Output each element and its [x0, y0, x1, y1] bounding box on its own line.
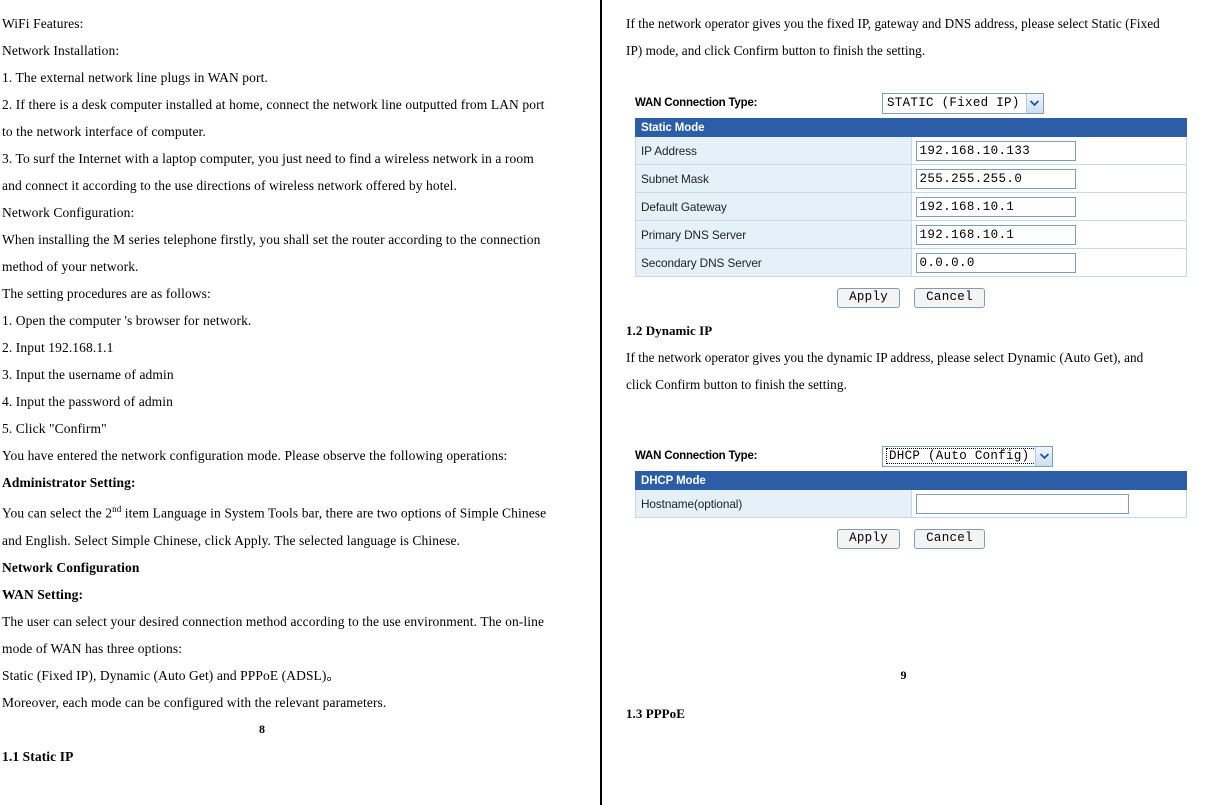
- static-button-row: Apply Cancel: [635, 288, 1187, 308]
- static-intro-line: If the network operator gives you the fi…: [626, 16, 1160, 31]
- row-label: Secondary DNS Server: [635, 248, 912, 277]
- apply-button-dhcp[interactable]: Apply: [837, 529, 901, 549]
- apply-button-static[interactable]: Apply: [837, 288, 901, 308]
- table-header-row: Static Mode: [635, 118, 1187, 137]
- table-row: Hostname(optional): [635, 489, 1187, 518]
- row-label: Default Gateway: [635, 192, 912, 221]
- body-line: When installing the M series telephone f…: [2, 232, 541, 247]
- administrator-setting-line-2: and English. Select Simple Chinese, clic…: [2, 532, 461, 548]
- left-page-column: WiFi Features: Network Installation: 1. …: [0, 0, 595, 805]
- body-line: and connect it according to the use dire…: [2, 178, 458, 193]
- body-line: 3. Input the username of admin: [2, 367, 174, 382]
- subnet-mask-input[interactable]: 255.255.255.0: [915, 168, 1076, 189]
- static-mode-header: Static Mode: [635, 118, 1187, 137]
- body-line: Static (Fixed IP), Dynamic (Auto Get) an…: [2, 667, 341, 683]
- body-line: 4. Input the password of admin: [2, 394, 173, 409]
- column-divider: [600, 0, 602, 805]
- admin-line-post: item Language in System Tools bar, there…: [121, 505, 547, 521]
- administrator-setting-line-1: You can select the 2nd item Language in …: [2, 496, 583, 527]
- ordinal-suffix: nd: [112, 504, 122, 514]
- network-configuration-heading: Network Configuration: [2, 559, 140, 575]
- section-heading-pppoe: 1.3 PPPoE: [626, 706, 685, 721]
- wan-setting-heading: WAN Setting:: [2, 586, 84, 602]
- row-label: Hostname(optional): [635, 489, 912, 518]
- row-label: Subnet Mask: [635, 164, 912, 193]
- wan-connection-type-select-static[interactable]: STATIC (Fixed IP): [882, 92, 1044, 114]
- body-line: 1. The external network line plugs in WA…: [2, 70, 268, 85]
- hostname-input[interactable]: [915, 493, 1129, 514]
- row-label: Primary DNS Server: [635, 220, 912, 249]
- chevron-down-icon[interactable]: [1025, 93, 1043, 113]
- row-value-cell: 192.168.10.1: [910, 220, 1187, 249]
- body-line: You have entered the network configurati…: [2, 448, 508, 463]
- secondary-dns-server-input[interactable]: 0.0.0.0: [915, 252, 1076, 273]
- row-label: IP Address: [635, 136, 912, 165]
- wan-connection-type-row: WAN Connection Type: STATIC (Fixed IP): [635, 91, 1187, 115]
- table-row: IP Address 192.168.10.133: [635, 136, 1187, 165]
- select-value: DHCP (Auto Config): [885, 448, 1037, 464]
- admin-line-pre: You can select the 2: [2, 505, 113, 521]
- body-line: to the network interface of computer.: [2, 124, 206, 139]
- body-line: method of your network.: [2, 259, 139, 274]
- right-page-column: If the network operator gives you the fi…: [604, 0, 1207, 805]
- section-heading-static-ip: 1.1 Static IP: [2, 748, 74, 764]
- static-mode-config-widget: WAN Connection Type: STATIC (Fixed IP) S…: [635, 91, 1187, 308]
- primary-dns-server-input[interactable]: 192.168.10.1: [915, 224, 1076, 245]
- table-header-row: DHCP Mode: [635, 471, 1187, 490]
- select-value: STATIC (Fixed IP): [887, 96, 1020, 110]
- body-line: WiFi Features:: [2, 16, 84, 31]
- table-row: Secondary DNS Server 0.0.0.0: [635, 248, 1187, 277]
- row-value-cell: 0.0.0.0: [910, 248, 1187, 277]
- body-line: 2. If there is a desk computer installed…: [2, 97, 545, 112]
- wan-connection-type-label: WAN Connection Type:: [635, 97, 758, 109]
- section-heading-dynamic-ip: 1.2 Dynamic IP: [626, 323, 713, 338]
- static-mode-table: Static Mode IP Address 192.168.10.133 Su…: [635, 118, 1187, 277]
- wan-connection-type-select-dhcp[interactable]: DHCP (Auto Config): [882, 445, 1054, 467]
- administrator-setting-heading: Administrator Setting:: [2, 475, 136, 490]
- body-line: Network Configuration:: [2, 205, 135, 220]
- body-line: 3. To surf the Internet with a laptop co…: [2, 151, 534, 166]
- dhcp-mode-table: DHCP Mode Hostname(optional): [635, 471, 1187, 518]
- wan-connection-type-row: WAN Connection Type: DHCP (Auto Config): [635, 444, 1187, 468]
- dhcp-button-row: Apply Cancel: [635, 529, 1187, 549]
- row-value-cell: 192.168.10.133: [910, 136, 1187, 165]
- cancel-button-dhcp[interactable]: Cancel: [914, 529, 985, 549]
- table-row: Default Gateway 192.168.10.1: [635, 192, 1187, 221]
- static-intro-line: IP) mode, and click Confirm button to fi…: [626, 43, 926, 58]
- dhcp-mode-config-widget: WAN Connection Type: DHCP (Auto Config) …: [635, 444, 1187, 549]
- page-number-left: 8: [259, 721, 265, 736]
- dynamic-intro-line: click Confirm button to finish the setti…: [626, 377, 847, 392]
- default-gateway-input[interactable]: 192.168.10.1: [915, 196, 1076, 217]
- row-value-cell: [910, 489, 1187, 518]
- chevron-down-icon[interactable]: [1035, 446, 1053, 466]
- body-line: Network Installation:: [2, 43, 120, 58]
- body-line: 5. Click "Confirm": [2, 421, 107, 436]
- page-number-right: 9: [900, 668, 907, 682]
- cancel-button-static[interactable]: Cancel: [914, 288, 985, 308]
- body-line: Moreover, each mode can be configured wi…: [2, 694, 387, 710]
- ip-address-input[interactable]: 192.168.10.133: [915, 140, 1076, 161]
- dynamic-intro-line: If the network operator gives you the dy…: [626, 350, 1144, 365]
- body-line: 2. Input 192.168.1.1: [2, 340, 114, 355]
- wan-connection-type-label: WAN Connection Type:: [635, 450, 758, 462]
- body-line: The user can select your desired connect…: [2, 613, 545, 629]
- table-row: Subnet Mask 255.255.255.0: [635, 164, 1187, 193]
- document-page: WiFi Features: Network Installation: 1. …: [0, 0, 1207, 805]
- table-row: Primary DNS Server 192.168.10.1: [635, 220, 1187, 249]
- row-value-cell: 192.168.10.1: [910, 192, 1187, 221]
- dhcp-mode-header: DHCP Mode: [635, 471, 1187, 490]
- body-line: The setting procedures are as follows:: [2, 286, 211, 301]
- body-line: 1. Open the computer 's browser for netw…: [2, 313, 252, 328]
- body-line: mode of WAN has three options:: [2, 640, 183, 656]
- row-value-cell: 255.255.255.0: [910, 164, 1187, 193]
